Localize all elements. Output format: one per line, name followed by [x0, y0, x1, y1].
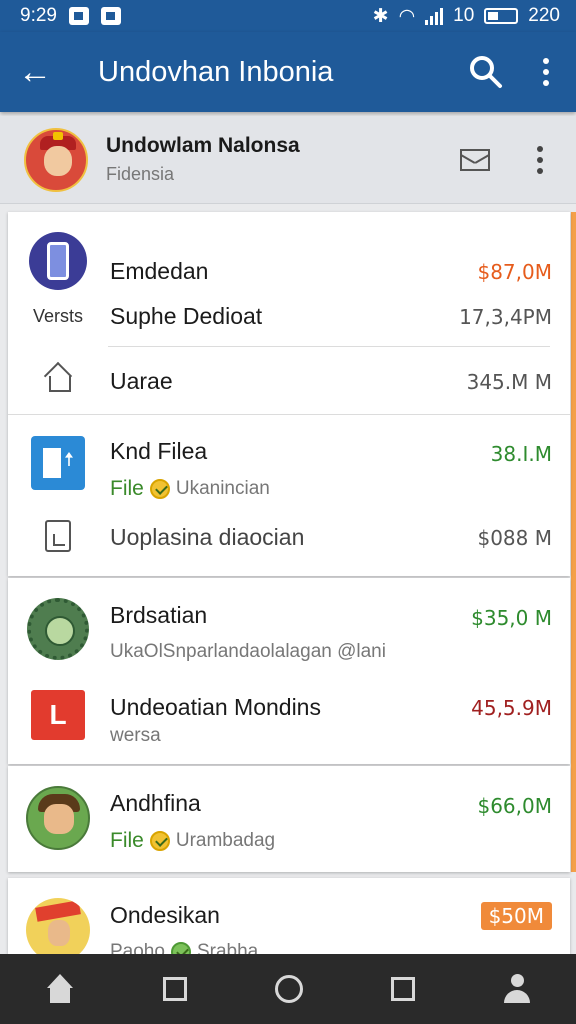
status-bar: 9:29 ✱ ◠ 10 220 — [0, 0, 576, 32]
file-label: File — [110, 829, 144, 852]
list-item[interactable]: Versts Suphe Dedioat 17,3,4PM — [8, 300, 570, 344]
item-subtitle: wersa — [110, 725, 161, 746]
character-avatar-icon — [26, 786, 90, 850]
list-item[interactable]: Brdsatian UkaOlSnparlandaolalagan @lani … — [8, 594, 570, 674]
item-subtitle: Ukanincian — [175, 478, 270, 499]
list-card: Andhfina File Urambadag $66,0M — [8, 766, 570, 872]
bluetooth-icon: ✱ — [372, 5, 389, 27]
item-title: Andhfina — [110, 790, 201, 816]
signal-icon — [425, 7, 444, 25]
item-amount: $87,0M — [477, 260, 552, 284]
file-label: File — [110, 477, 144, 500]
document-upload-icon — [31, 436, 85, 490]
home-circle-icon[interactable] — [274, 975, 303, 1003]
list-item[interactable]: Uarae 345.M M — [8, 360, 570, 410]
item-title: Ondesikan — [110, 902, 220, 928]
recents-square-icon[interactable] — [390, 977, 415, 1001]
list-item[interactable]: Uoplasina diaocian $088 M — [8, 518, 570, 562]
check-badge-icon — [149, 479, 170, 499]
check-badge-icon — [149, 831, 170, 851]
item-subtitle-2: Srabha — [196, 941, 259, 954]
scroll-indicator — [571, 212, 576, 872]
item-subtitle: Urambadag — [175, 830, 276, 851]
item-title: Uarae — [110, 368, 173, 394]
home-icon[interactable] — [44, 974, 76, 1004]
list-card: Brdsatian UkaOlSnparlandaolalagan @lani … — [8, 578, 570, 764]
item-subtitle: UkaOlSnparlandaolalagan @lani — [110, 641, 386, 662]
check-badge-icon — [170, 942, 191, 954]
item-title: Suphe Dedioat — [110, 303, 263, 329]
item-title: Knd Filea — [110, 438, 208, 464]
mail-icon[interactable] — [460, 148, 490, 171]
divider — [108, 346, 550, 347]
flag-avatar-icon — [26, 898, 90, 954]
app-bar-title: Undovhan Inbonia — [98, 55, 334, 88]
item-amount: $66,0M — [477, 794, 552, 818]
profile-overflow-menu-icon[interactable] — [528, 145, 552, 174]
profile-icon[interactable] — [502, 974, 532, 1004]
bottom-nav-bar — [0, 954, 576, 1024]
item-title: Undeoatian Mondins — [110, 694, 321, 720]
red-l-icon: L — [31, 690, 85, 740]
list-card: Ondesikan Paoho Srabha $50M — [8, 878, 570, 954]
file-outline-icon — [45, 520, 71, 552]
status-clock: 220 — [528, 5, 560, 26]
list-item[interactable]: Andhfina File Urambadag $66,0M — [8, 784, 570, 864]
phone-icon — [29, 232, 87, 290]
profile-name: Undowlam Nalonsa — [106, 134, 300, 157]
wifi-icon: ◠ — [398, 5, 416, 27]
avatar — [24, 127, 88, 192]
profile-subtitle: Fidensia — [106, 164, 175, 184]
list-item[interactable]: Knd Filea File Ukanincian 38.I.M — [8, 430, 570, 510]
app-bar: ← Undovhan Inbonia — [0, 32, 576, 112]
list-item[interactable]: Emdedan $87,0M — [8, 230, 570, 290]
item-amount: 17,3,4PM — [459, 305, 552, 329]
item-amount: 45,5.9M — [471, 696, 552, 720]
back-square-icon[interactable] — [163, 977, 188, 1001]
divider — [8, 414, 570, 415]
item-amount: 345.M M — [466, 370, 552, 394]
item-amount: $088 M — [477, 526, 552, 550]
battery-level-text: 10 — [453, 5, 475, 26]
item-amount-badge: $50M — [480, 902, 552, 930]
overflow-menu-icon[interactable] — [534, 58, 558, 86]
item-amount: 38.I.M — [490, 442, 552, 466]
back-arrow-icon[interactable]: ← — [18, 53, 66, 92]
home-outline-icon — [44, 364, 72, 392]
item-title: Uoplasina diaocian — [110, 524, 305, 550]
battery-icon — [484, 8, 519, 24]
item-subtitle: Paoho — [110, 941, 165, 954]
item-title: Emdedan — [110, 258, 209, 284]
list-item[interactable]: L Undeoatian Mondins wersa 45,5.9M — [8, 686, 570, 756]
item-lead-label: Versts — [32, 306, 84, 326]
list-item[interactable]: Ondesikan Paoho Srabha $50M — [8, 896, 570, 954]
profile-header[interactable]: Undowlam Nalonsa Fidensia — [0, 116, 576, 204]
list-card: Emdedan $87,0M Versts Suphe Dedioat 17,3… — [8, 212, 570, 576]
gear-icon — [27, 598, 89, 660]
notification-icon — [100, 7, 121, 25]
search-icon[interactable] — [466, 52, 506, 92]
status-time: 9:29 — [20, 5, 57, 26]
item-amount: $35,0 M — [471, 606, 552, 630]
notification-icon — [68, 7, 89, 25]
